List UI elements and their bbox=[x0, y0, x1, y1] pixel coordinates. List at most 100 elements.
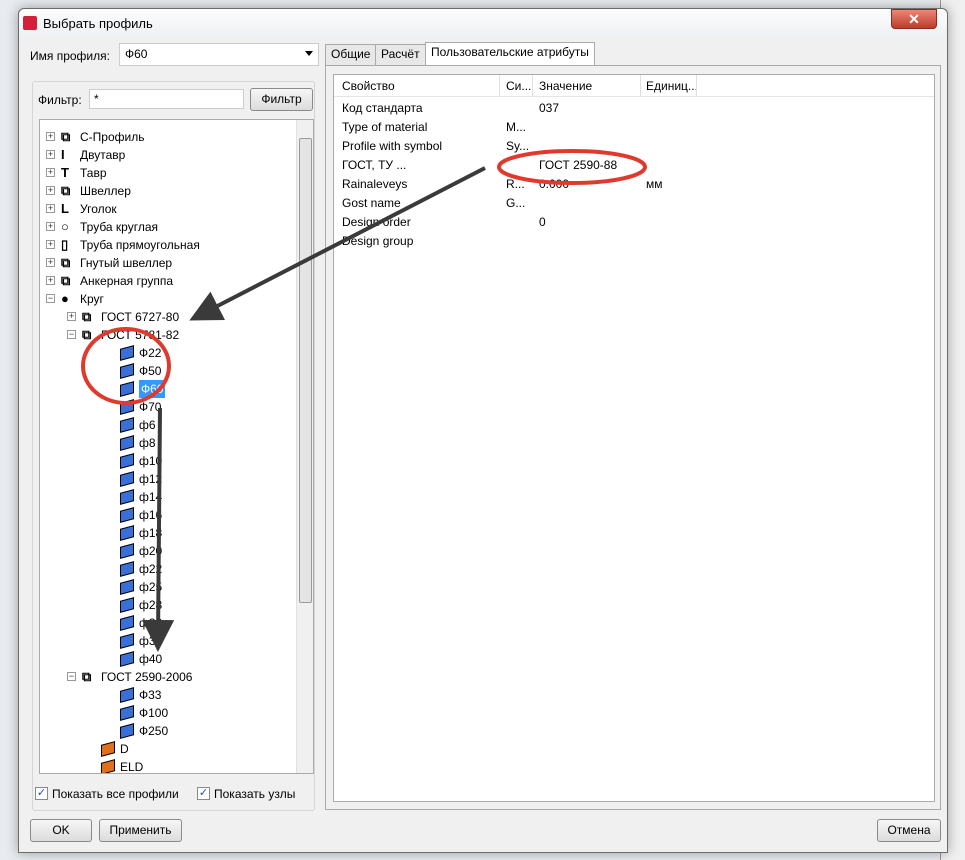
profile-type-icon: ⧉ bbox=[61, 129, 71, 144]
grid-row[interactable]: Gost name G... bbox=[334, 194, 934, 213]
expand-icon[interactable]: + bbox=[46, 186, 55, 195]
expand-icon[interactable]: + bbox=[67, 312, 76, 321]
profile-type-icon: I bbox=[61, 147, 65, 162]
grid-cell: Rainaleveys bbox=[342, 177, 408, 191]
filter-button[interactable]: Фильтр bbox=[250, 88, 313, 111]
tree-item-label: Двутавр bbox=[80, 148, 126, 162]
close-button[interactable]: ✕ bbox=[891, 9, 937, 29]
user-attributes-panel: Свойство Си... Значение Единиц... Код ст… bbox=[325, 65, 941, 810]
grid-row[interactable]: Design group bbox=[334, 232, 934, 251]
profile-name-combo[interactable]: Ф60 bbox=[119, 43, 319, 66]
tree-item-label: ф6 bbox=[139, 418, 156, 432]
app-icon bbox=[23, 16, 37, 30]
window-title: Выбрать профиль bbox=[43, 16, 153, 31]
tree-item-label: ф20 bbox=[139, 544, 163, 558]
grid-cell: 0.000 bbox=[539, 177, 570, 191]
tree-item-label: Анкерная группа bbox=[80, 274, 174, 288]
profile-type-icon: ⧉ bbox=[82, 309, 92, 324]
grid-row[interactable]: Код стандарта 037 bbox=[334, 99, 934, 118]
grid-cell: мм bbox=[646, 177, 663, 191]
profile-cube-icon bbox=[120, 399, 134, 415]
show-nodes-checkbox[interactable]: ✓ bbox=[197, 787, 210, 800]
expand-icon[interactable]: + bbox=[46, 204, 55, 213]
show-nodes-label: Показать узлы bbox=[214, 787, 296, 801]
tree-item-label: ф14 bbox=[139, 490, 163, 504]
expand-icon[interactable]: + bbox=[46, 240, 55, 249]
tree-item-label: Ф22 bbox=[139, 346, 162, 360]
tree-item-label: Ф100 bbox=[139, 706, 169, 720]
tree-item-label: Гнутый швеллер bbox=[80, 256, 173, 270]
profile-cube-icon bbox=[101, 741, 115, 757]
grid-cell: 037 bbox=[539, 101, 560, 115]
attributes-grid: Свойство Си... Значение Единиц... Код ст… bbox=[333, 74, 935, 802]
profile-type-icon: ⧉ bbox=[61, 273, 71, 288]
grid-row[interactable]: Profile with symbol Sy... bbox=[334, 137, 934, 156]
grid-row[interactable]: Rainaleveys R... 0.000 мм bbox=[334, 175, 934, 194]
profile-cube-icon bbox=[120, 651, 134, 667]
profile-cube-icon bbox=[101, 759, 115, 773]
tree-item-label: ф36 bbox=[139, 634, 163, 648]
expand-icon[interactable]: + bbox=[46, 276, 55, 285]
tree-item-label: Ф70 bbox=[139, 400, 162, 414]
profile-cube-icon bbox=[120, 489, 134, 505]
tab-user-attributes[interactable]: Пользовательские атрибуты bbox=[425, 42, 595, 65]
expand-icon[interactable]: + bbox=[46, 222, 55, 231]
expand-icon[interactable]: + bbox=[46, 132, 55, 141]
profile-cube-icon bbox=[120, 363, 134, 379]
column-header-units[interactable]: Единиц... bbox=[646, 79, 698, 93]
profile-cube-icon bbox=[120, 633, 134, 649]
profile-cube-icon bbox=[120, 381, 134, 397]
column-header-symbol[interactable]: Си... bbox=[506, 79, 531, 93]
cancel-button[interactable]: Отмена bbox=[877, 819, 941, 842]
tree-item-label: ф12 bbox=[139, 472, 163, 486]
expand-icon[interactable]: + bbox=[46, 258, 55, 267]
profile-cube-icon bbox=[120, 579, 134, 595]
tree-item-label: С-Профиль bbox=[80, 130, 145, 144]
grid-row[interactable]: ГОСТ, ТУ ... ГОСТ 2590-88 bbox=[334, 156, 934, 175]
expand-icon[interactable]: + bbox=[46, 150, 55, 159]
collapse-icon[interactable]: − bbox=[67, 672, 76, 681]
tree-item-label: Ф33 bbox=[139, 688, 162, 702]
tree-item-label: Ф60 bbox=[139, 380, 166, 398]
show-all-profiles-checkbox[interactable]: ✓ bbox=[35, 787, 48, 800]
profile-type-icon: T bbox=[61, 165, 69, 180]
profile-type-icon: ▯ bbox=[61, 237, 69, 252]
grid-cell: Profile with symbol bbox=[342, 139, 443, 153]
profile-cube-icon bbox=[120, 525, 134, 541]
scrollbar-thumb[interactable] bbox=[299, 138, 312, 603]
tree-item-label: ф10 bbox=[139, 454, 163, 468]
filter-input[interactable]: * bbox=[89, 89, 244, 109]
tree-item-label: Швеллер bbox=[80, 184, 131, 198]
profile-cube-icon bbox=[120, 705, 134, 721]
profile-cube-icon bbox=[120, 561, 134, 577]
profile-tree[interactable]: + ⧉ С-Профиль + I Двутавр + T Тавр + ⧉ Швеллер + L Уго… bbox=[39, 119, 314, 774]
profile-type-icon: ● bbox=[61, 291, 69, 306]
tree-item-label: ф16 bbox=[139, 508, 163, 522]
profile-cube-icon bbox=[120, 687, 134, 703]
tree-item-label: ф32 bbox=[139, 616, 163, 630]
tree-item-label: Тавр bbox=[80, 166, 107, 180]
tab-calculation[interactable]: Расчёт bbox=[375, 44, 426, 65]
column-header-value[interactable]: Значение bbox=[539, 79, 592, 93]
select-profile-dialog: Выбрать профиль ✕ Имя профиля: Ф60 Фильт… bbox=[18, 8, 948, 853]
profile-type-icon: ⧉ bbox=[82, 669, 92, 684]
collapse-icon[interactable]: − bbox=[67, 330, 76, 339]
filter-label: Фильтр: bbox=[38, 93, 82, 107]
expand-icon[interactable]: + bbox=[46, 168, 55, 177]
chevron-down-icon[interactable] bbox=[305, 51, 313, 56]
profile-cube-icon bbox=[120, 723, 134, 739]
grid-cell: Код стандарта bbox=[342, 101, 423, 115]
column-header-property[interactable]: Свойство bbox=[342, 79, 395, 93]
grid-row[interactable]: Design order 0 bbox=[334, 213, 934, 232]
collapse-icon[interactable]: − bbox=[46, 294, 55, 303]
grid-row[interactable]: Type of material M... bbox=[334, 118, 934, 137]
profile-cube-icon bbox=[120, 435, 134, 451]
tab-general[interactable]: Общие bbox=[325, 44, 377, 65]
profile-cube-icon bbox=[120, 471, 134, 487]
ok-button[interactable]: OK bbox=[30, 819, 92, 842]
tree-item-label: ELD bbox=[120, 760, 144, 774]
profile-cube-icon bbox=[120, 345, 134, 361]
apply-button[interactable]: Применить bbox=[99, 819, 182, 842]
grid-cell: Gost name bbox=[342, 196, 401, 210]
tree-scrollbar[interactable] bbox=[296, 120, 313, 773]
